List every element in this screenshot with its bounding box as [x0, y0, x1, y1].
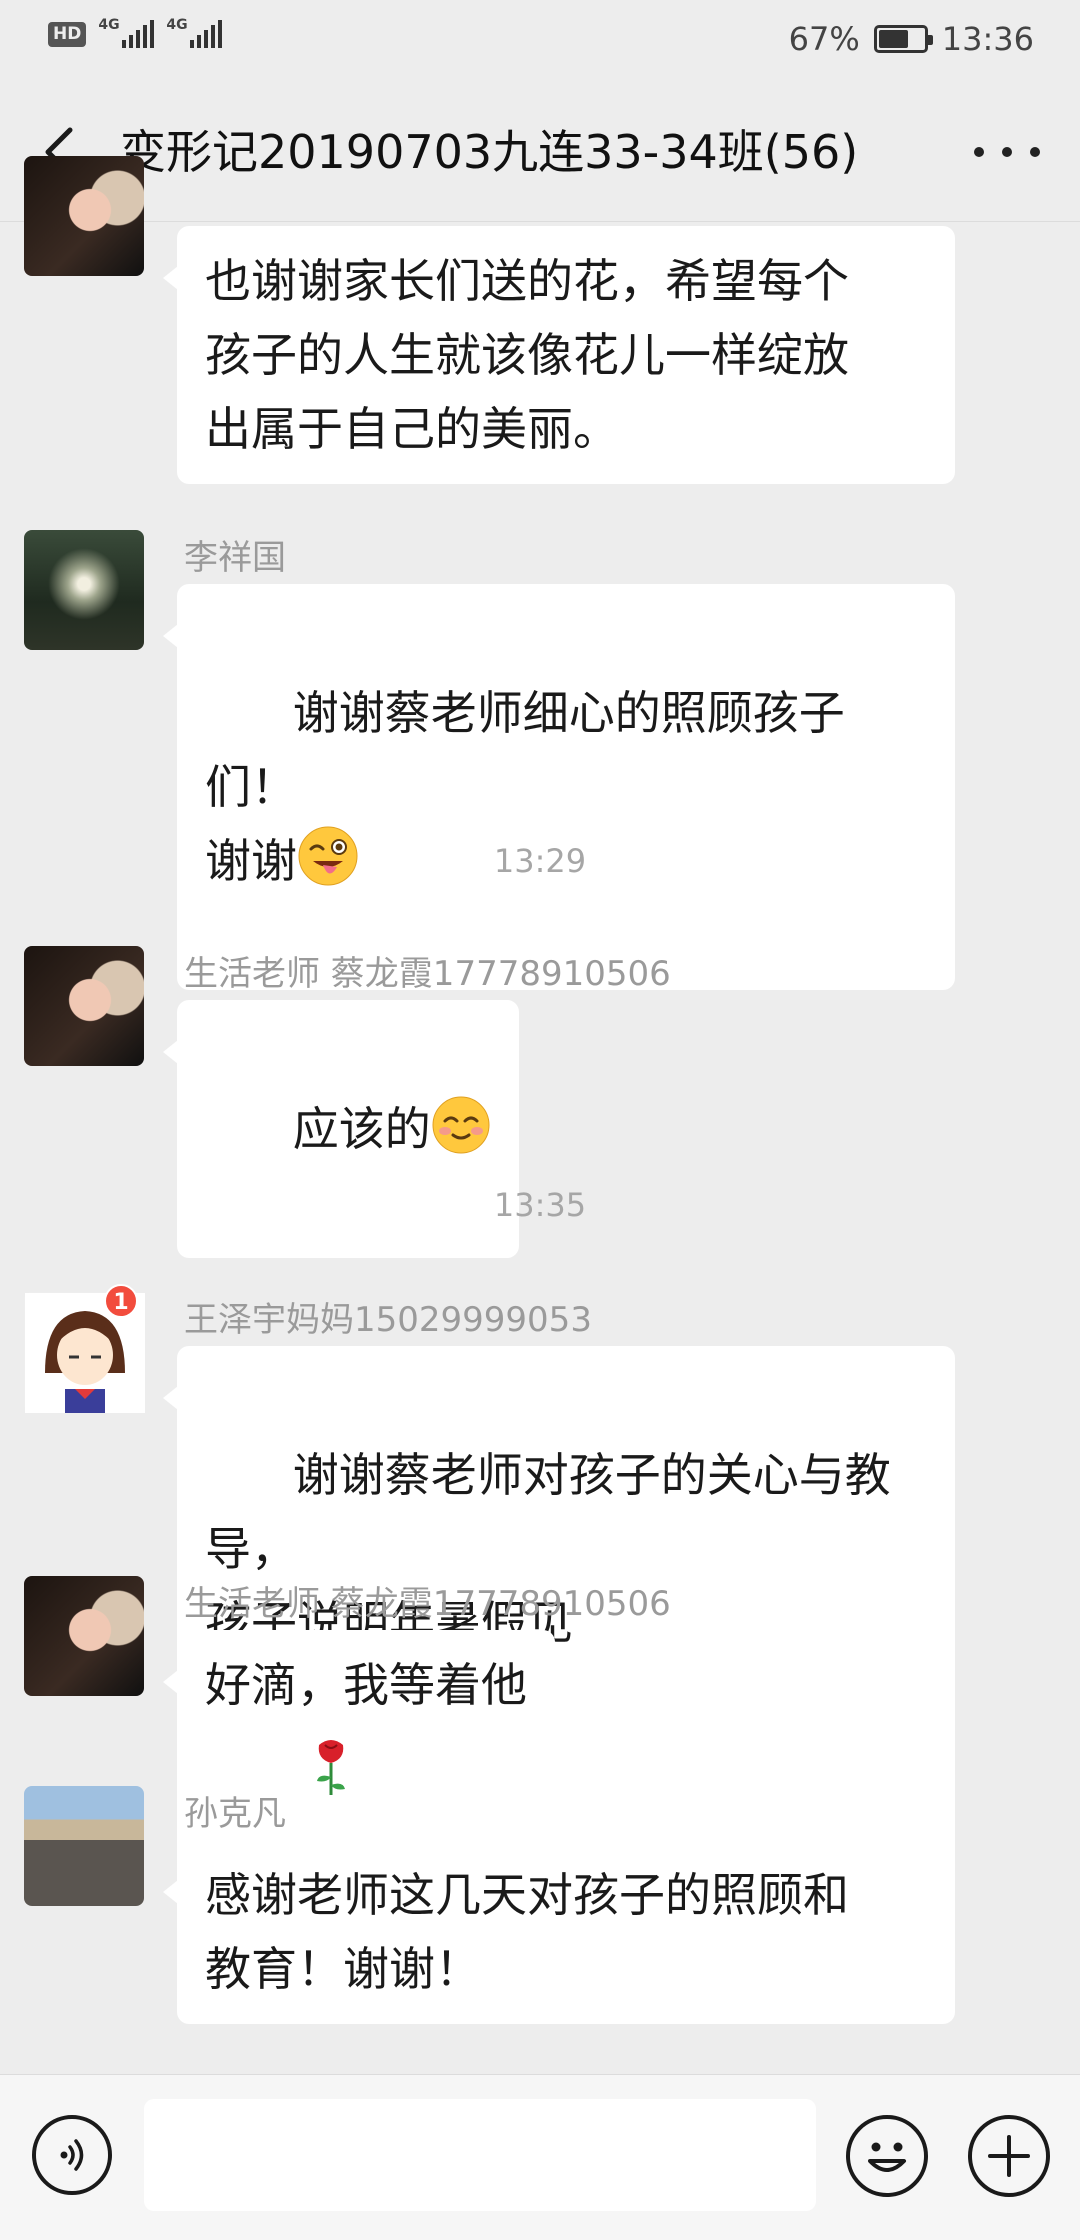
sender-name: 生活老师 蔡龙霞17778910506: [184, 1584, 671, 1624]
sender-avatar[interactable]: [24, 156, 144, 276]
more-actions-button[interactable]: [968, 2115, 1050, 2197]
chat-screen: HD 4G 4G 67% 13:36 变形记20190703九连33-34班(5…: [0, 0, 1080, 2240]
sender-avatar[interactable]: [24, 530, 144, 650]
hd-badge: HD: [48, 21, 87, 47]
sender-name: 王泽宇妈妈15029999053: [184, 1300, 592, 1340]
signal-strength-icon: 4G: [166, 17, 223, 48]
message-text: 应该的: [292, 1102, 431, 1156]
message-bubble[interactable]: 谢谢蔡老师细心的照顾孩子们！ 谢谢: [163, 584, 955, 990]
status-left: HD 4G 4G: [48, 17, 223, 48]
timestamp: 13:29: [493, 842, 587, 880]
chat-title: 变形记20190703九连33-34班(56): [120, 125, 859, 179]
message-bubble[interactable]: 也谢谢家长们送的花，希望每个 孩子的人生就该像花儿一样绽放 出属于自己的美丽。: [163, 226, 955, 484]
battery-icon: [873, 25, 933, 53]
voice-icon: [60, 2139, 84, 2171]
message-bubble[interactable]: 好滴，我等着他: [163, 1630, 555, 1740]
status-bar: HD 4G 4G 67% 13:36: [0, 0, 1080, 80]
plus-icon: [988, 2135, 1030, 2177]
sender-name: 李祥国: [184, 538, 286, 578]
sender-name: 孙克凡: [184, 1794, 286, 1834]
status-right: 67% 13:36: [789, 20, 1034, 58]
chat-header: 变形记20190703九连33-34班(56): [0, 80, 1080, 222]
sender-avatar[interactable]: [24, 1786, 144, 1906]
network-type: 4G: [98, 17, 120, 33]
more-dots-icon: [974, 147, 984, 157]
clock: 13:36: [941, 20, 1034, 58]
unread-badge: 1: [104, 1284, 138, 1318]
more-button[interactable]: [974, 124, 1040, 180]
signal-strength-icon: 4G: [98, 17, 155, 48]
smile-blush-emoji: [432, 1096, 490, 1154]
message-bubble[interactable]: 感谢老师这几天对孩子的照顾和 教育！谢谢！: [163, 1840, 955, 2024]
sender-avatar[interactable]: [24, 1576, 144, 1696]
emoji-button[interactable]: [846, 2115, 928, 2197]
voice-button[interactable]: [32, 2115, 112, 2195]
sender-avatar[interactable]: [24, 946, 144, 1066]
sender-name: 生活老师 蔡龙霞17778910506: [184, 954, 671, 994]
rose-emoji: [316, 1740, 345, 1795]
input-bar: [0, 2074, 1080, 2240]
emoji-face-icon: [868, 2142, 906, 2172]
timestamp: 13:35: [493, 1186, 587, 1224]
network-type: 4G: [166, 17, 188, 33]
message-input[interactable]: [144, 2099, 816, 2211]
battery-percent: 67%: [788, 20, 860, 58]
